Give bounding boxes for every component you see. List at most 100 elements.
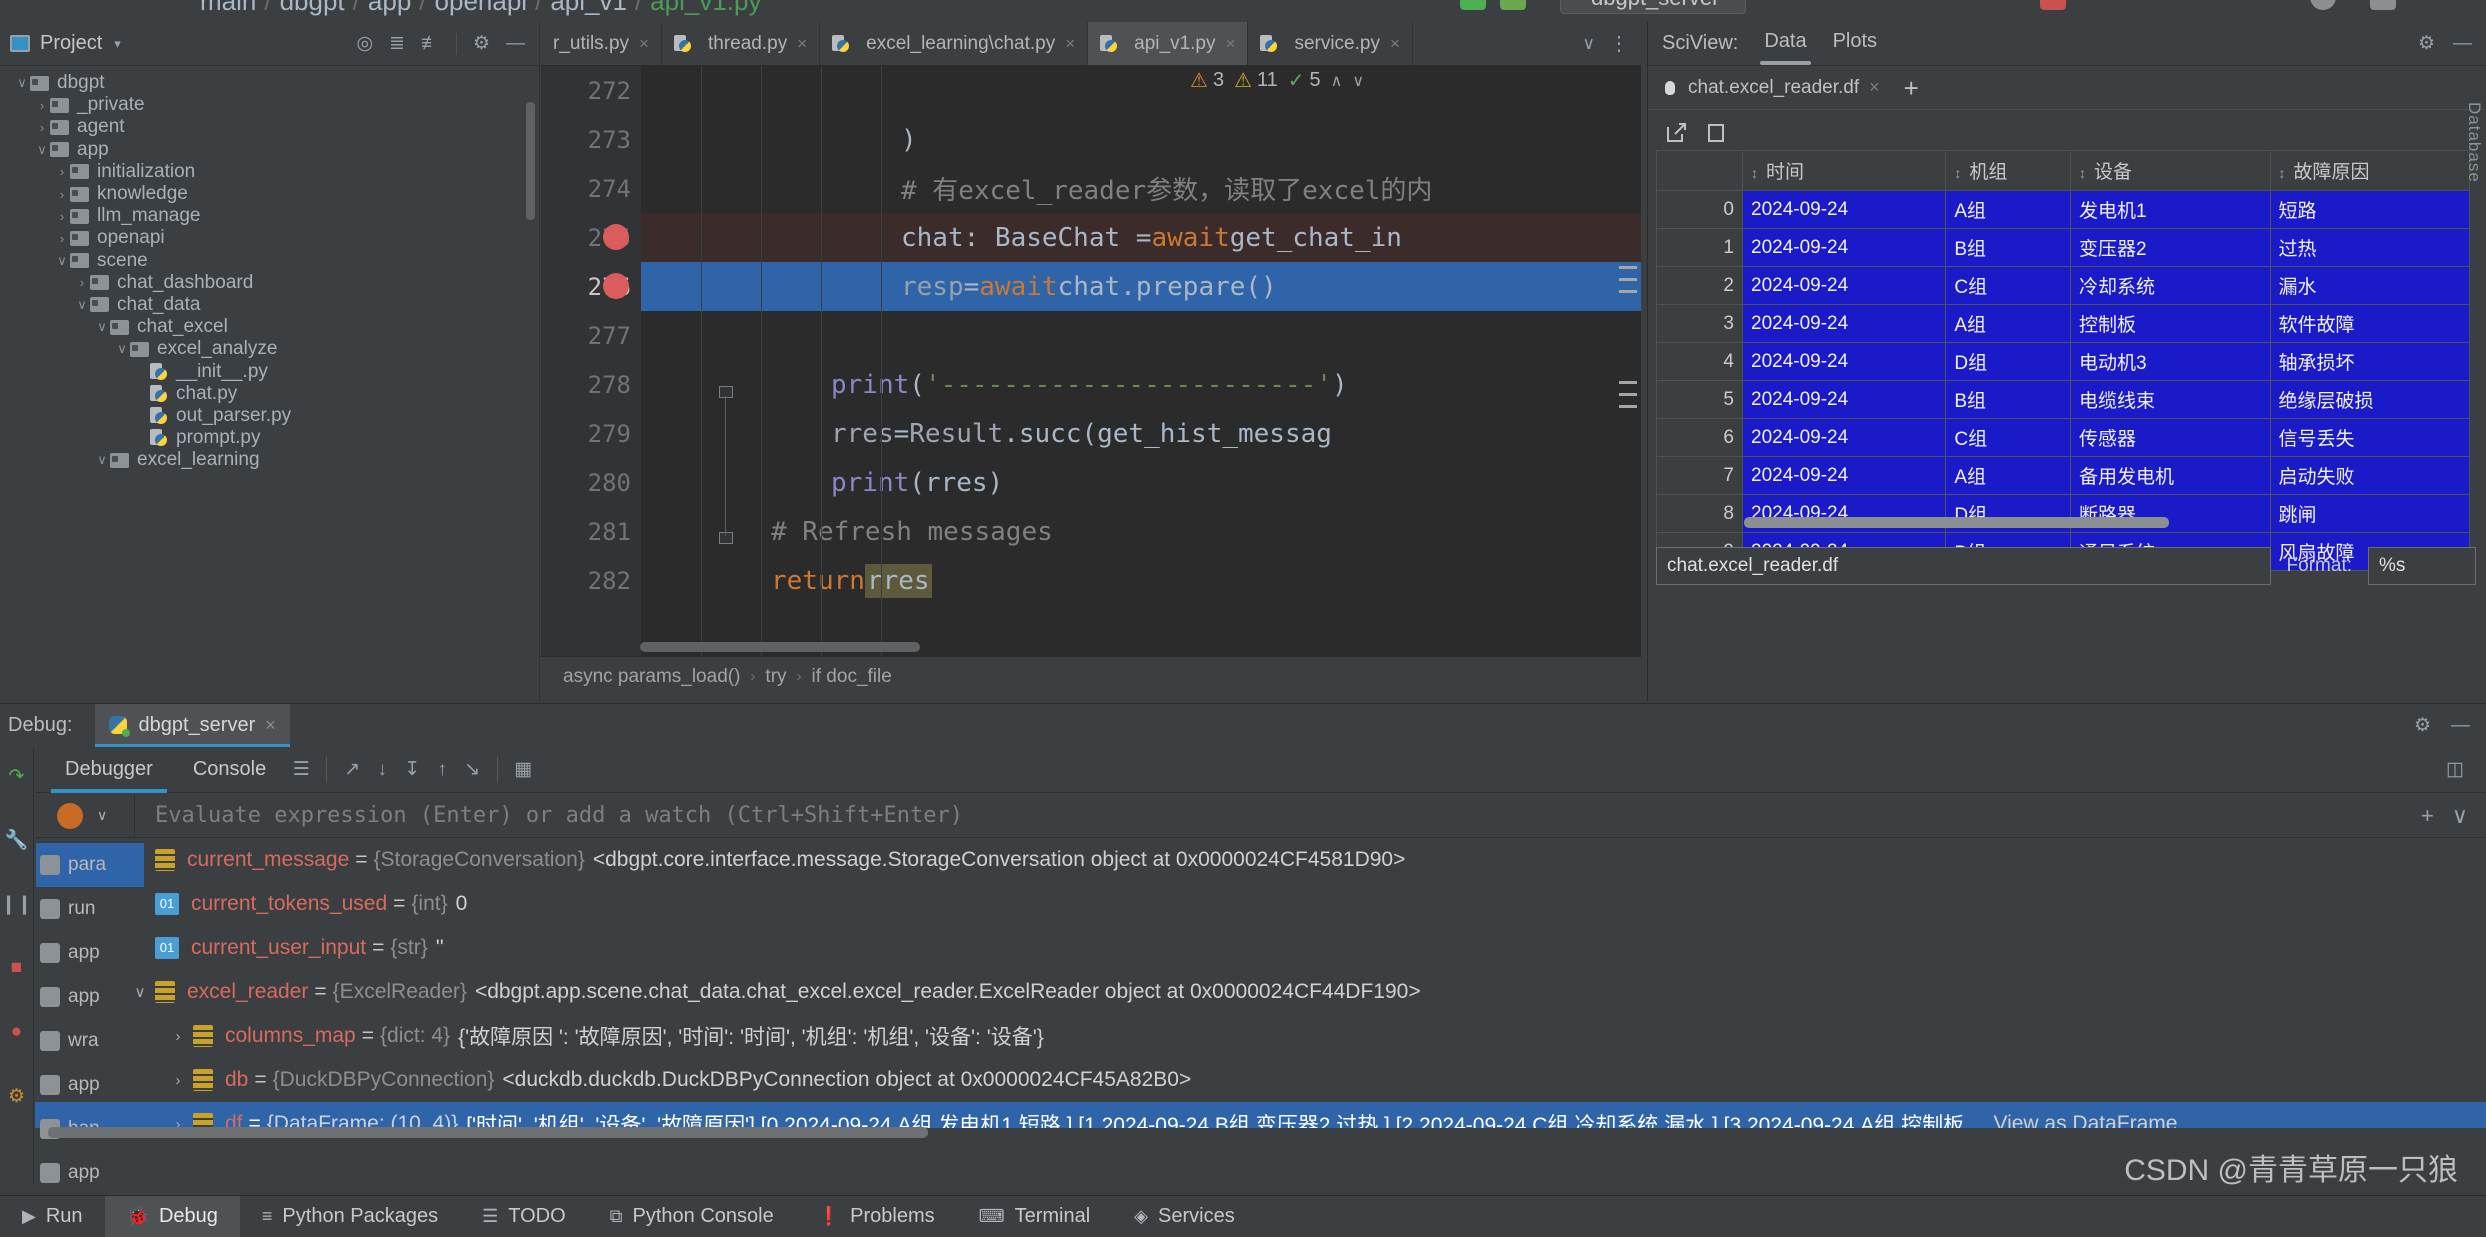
- breadcrumb-part-0[interactable]: main: [200, 0, 256, 16]
- table-column-header[interactable]: ↕ 时间: [1741, 150, 1947, 191]
- table-cell[interactable]: A组: [1945, 304, 2072, 343]
- line-number[interactable]: 280: [541, 458, 641, 507]
- prev-problem-icon[interactable]: ∧: [1331, 71, 1343, 91]
- frame-tab[interactable]: wra: [36, 1019, 144, 1063]
- inspection-widget[interactable]: ⚠ 3 ⚠ 11 ✓ 5 ∧ ∨: [1190, 68, 1364, 93]
- table-cell[interactable]: 传感器: [2070, 418, 2271, 457]
- tab-debugger[interactable]: Debugger: [45, 747, 173, 793]
- debug-icon[interactable]: [1500, 0, 1526, 10]
- variable-row[interactable]: › db = {DuckDBPyConnection} <duckdb.duckdb.D…: [35, 1058, 2486, 1102]
- chevron-down-icon[interactable]: ∨: [14, 75, 30, 91]
- pause-icon[interactable]: ❙❙: [1, 883, 33, 925]
- more-options-icon[interactable]: ⋮: [1609, 31, 1629, 56]
- table-cell[interactable]: 启动失败: [2269, 456, 2470, 495]
- table-horizontal-scrollbar[interactable]: [1744, 517, 2169, 528]
- tree-item[interactable]: ›prompt.py: [0, 427, 539, 449]
- breadcrumb-part-5[interactable]: api_v1.py: [650, 0, 761, 16]
- tree-item[interactable]: › chat_dashboard: [0, 272, 539, 294]
- close-icon[interactable]: ×: [639, 34, 649, 54]
- line-number[interactable]: 279: [541, 409, 641, 458]
- add-watch-icon[interactable]: +: [2421, 803, 2434, 829]
- chevron-right-icon[interactable]: ›: [34, 120, 50, 135]
- table-cell[interactable]: 短路: [2269, 190, 2470, 229]
- inspection-ok[interactable]: ✓ 5: [1288, 68, 1321, 93]
- code-line[interactable]: chat: BaseChat = await get_chat_in: [641, 213, 1641, 262]
- frame-tab[interactable]: app: [36, 1151, 144, 1195]
- close-icon[interactable]: ×: [797, 34, 807, 54]
- code-line[interactable]: ): [641, 115, 1641, 164]
- editor-breadcrumb[interactable]: async params_load() › try › if doc_file: [541, 656, 1641, 696]
- variable-row[interactable]: ›01current_tokens_used={int}0: [35, 882, 2486, 926]
- locate-icon[interactable]: ◎: [356, 34, 373, 53]
- table-cell[interactable]: 2024-09-24: [1741, 342, 1947, 381]
- tree-item[interactable]: › initialization: [0, 161, 539, 183]
- table-row[interactable]: 0 2024-09-24 A组 发电机1 短路: [1656, 190, 2470, 229]
- table-column-header[interactable]: ↕ 设备: [2070, 150, 2271, 191]
- table-cell[interactable]: B组: [1945, 380, 2072, 419]
- project-scrollbar[interactable]: [526, 102, 535, 220]
- line-number[interactable]: 273: [541, 115, 641, 164]
- expand-icon[interactable]: ≢: [421, 34, 440, 53]
- close-icon[interactable]: ×: [1869, 77, 1880, 98]
- table-cell[interactable]: 冷却系统: [2070, 266, 2271, 305]
- stop-icon[interactable]: ■: [11, 947, 22, 989]
- add-tab-icon[interactable]: +: [1904, 75, 1919, 101]
- table-cell[interactable]: B组: [1945, 228, 2072, 267]
- tool-window-button-problems[interactable]: ❗ Problems: [796, 1196, 957, 1237]
- tree-item[interactable]: ∨ dbgpt: [0, 72, 539, 94]
- chevron-right-icon[interactable]: ›: [163, 1028, 193, 1045]
- line-number[interactable]: 278: [541, 360, 641, 409]
- code-line[interactable]: return rres: [641, 556, 1641, 605]
- breadcrumb-part-4[interactable]: api_v1: [550, 0, 627, 16]
- code-line[interactable]: [641, 66, 1641, 115]
- variable-row[interactable]: ∨ excel_reader = {ExcelReader} <dbgpt.app.sc…: [35, 970, 2486, 1014]
- tree-item[interactable]: ∨ excel_learning: [0, 449, 539, 471]
- tree-item[interactable]: ∨ scene: [0, 250, 539, 272]
- line-number[interactable]: 282: [541, 556, 641, 605]
- table-cell[interactable]: 2024-09-24: [1741, 304, 1947, 343]
- close-icon[interactable]: ×: [265, 715, 276, 736]
- sciview-dataframe-tab[interactable]: chat.excel_reader.df ×: [1662, 77, 1890, 99]
- frame-tab[interactable]: app: [36, 1063, 144, 1107]
- chevron-down-icon[interactable]: ∨: [1583, 34, 1595, 54]
- sort-icon[interactable]: ↕: [1954, 165, 1961, 181]
- chevron-down-icon[interactable]: ∨: [54, 253, 70, 269]
- run-to-cursor-icon[interactable]: ↘: [457, 758, 487, 781]
- tab-console[interactable]: Console: [173, 747, 286, 793]
- table-cell[interactable]: 跳闸: [2269, 494, 2470, 533]
- editor-breadcrumb-item-1[interactable]: try: [765, 666, 786, 688]
- tree-item[interactable]: ∨ chat_excel: [0, 316, 539, 338]
- table-body[interactable]: 0 2024-09-24 A组 发电机1 短路 1 2024-09-24 B组 变压器2 过热 2 2…: [1656, 190, 2470, 571]
- gear-icon[interactable]: ⚙: [473, 34, 490, 53]
- run-icon[interactable]: [1460, 0, 1486, 10]
- step-out-icon[interactable]: ↑: [427, 759, 457, 781]
- tool-window-button-python-packages[interactable]: ≡ Python Packages: [240, 1196, 460, 1237]
- table-cell[interactable]: C组: [1945, 266, 2072, 305]
- layout-icon[interactable]: ☰: [286, 758, 316, 781]
- variables-list[interactable]: ›current_message={StorageConversation}<d…: [35, 838, 2486, 1128]
- frame-tab[interactable]: para: [36, 843, 144, 887]
- editor-tab-thread-py[interactable]: thread.py ×: [662, 22, 821, 65]
- table-row[interactable]: 2 2024-09-24 C组 冷却系统 漏水: [1656, 266, 2470, 305]
- frame-tab[interactable]: run: [36, 887, 144, 931]
- editor-breadcrumb-item-0[interactable]: async params_load(): [563, 666, 740, 688]
- view-as-dataframe-link[interactable]: View as DataFrame: [1987, 1112, 2177, 1128]
- project-tree[interactable]: ∨ dbgpt › _private › agent ∨ app › initialization…: [0, 66, 539, 471]
- variables-horizontal-scrollbar[interactable]: [48, 1127, 928, 1138]
- sort-icon[interactable]: ↕: [1751, 165, 1758, 181]
- tree-item[interactable]: › openapi: [0, 227, 539, 249]
- chevron-down-icon[interactable]: ∨: [97, 807, 107, 824]
- chevron-right-icon[interactable]: ›: [54, 231, 70, 246]
- tool-window-button-terminal[interactable]: ⌨ Terminal: [957, 1196, 1113, 1237]
- settings-icon[interactable]: ⚙: [8, 1075, 25, 1117]
- evaluate-watch-row[interactable]: ∨ Evaluate expression (Enter) or add a w…: [35, 793, 2486, 838]
- chevron-down-icon[interactable]: ∨: [114, 341, 130, 357]
- table-row[interactable]: 7 2024-09-24 A组 备用发电机 启动失败: [1656, 456, 2470, 495]
- table-cell[interactable]: 2024-09-24: [1741, 380, 1947, 419]
- tree-item[interactable]: ›out_parser.py: [0, 405, 539, 427]
- editor-code-area[interactable]: ) # 有excel_reader参数，读取了excel的内 chat: BaseC…: [641, 66, 1641, 656]
- tree-item[interactable]: › knowledge: [0, 183, 539, 205]
- table-row[interactable]: 5 2024-09-24 B组 电缆线束 绝缘层破损: [1656, 380, 2470, 419]
- breakpoint-icon[interactable]: [603, 273, 629, 299]
- bottom-tool-window-bar[interactable]: ▶ Run 🐞 Debug ≡ Python Packages ☰ TODO ⧉ Python C…: [0, 1195, 2486, 1237]
